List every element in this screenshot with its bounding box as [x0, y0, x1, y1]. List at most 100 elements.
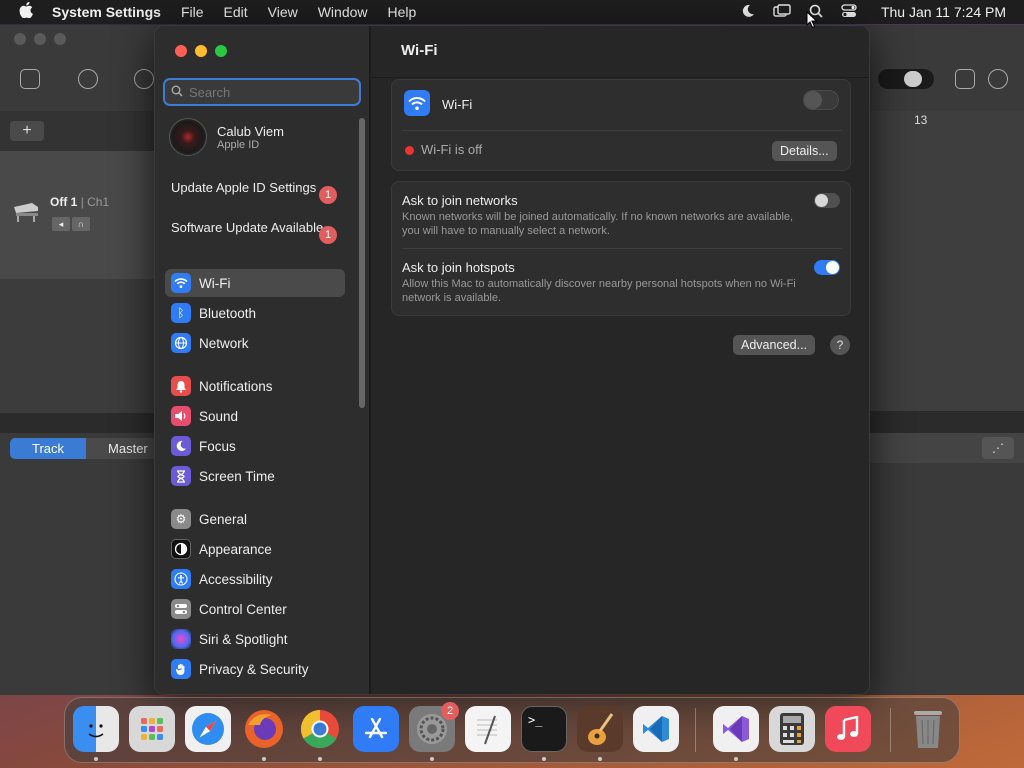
mouse-cursor-icon	[806, 10, 818, 34]
moon-icon	[171, 436, 191, 456]
focus-moon-icon[interactable]	[741, 4, 755, 21]
ask-join-networks-toggle[interactable]	[814, 193, 840, 208]
dock-music-icon[interactable]	[825, 706, 871, 752]
help-button[interactable]: ?	[830, 335, 850, 355]
sidebar-item-label: Accessibility	[199, 571, 273, 587]
dock-calculator-icon[interactable]	[769, 706, 815, 752]
dock-trash-icon[interactable]	[905, 706, 951, 752]
sidebar-item-siri-spotlight[interactable]: Siri & Spotlight	[165, 625, 345, 653]
menu-bar: System Settings File Edit View Window He…	[0, 0, 1024, 24]
notepad-icon[interactable]	[955, 69, 975, 89]
dock-visual-studio-icon[interactable]	[713, 706, 759, 752]
dock-garageband-icon[interactable]	[577, 706, 623, 752]
details-button[interactable]: Details...	[772, 141, 837, 161]
dock-finder-icon[interactable]	[73, 706, 119, 752]
sidebar-item-screen-time[interactable]: Screen Time	[165, 462, 345, 490]
minimize-button[interactable]	[195, 45, 207, 57]
dock-system-settings-icon[interactable]: 2	[409, 702, 459, 752]
sidebar-item-sound[interactable]: Sound	[165, 402, 345, 430]
divider	[402, 130, 842, 131]
dock-firefox-icon[interactable]	[241, 706, 287, 752]
toolbar-toggle[interactable]	[878, 69, 934, 89]
tab-track[interactable]: Track	[10, 438, 87, 459]
system-settings-window: Calub Viem Apple ID Update Apple ID Sett…	[154, 25, 870, 695]
mute-icon[interactable]: ◂	[52, 217, 70, 231]
dock-separator	[695, 708, 696, 752]
dock-launchpad-icon[interactable]	[129, 706, 175, 752]
menu-file[interactable]: File	[181, 4, 204, 20]
profile-sub: Apple ID	[217, 138, 260, 151]
sidebar-item-general[interactable]: ⚙ General	[165, 505, 345, 533]
sidebar-item-label: Appearance	[199, 541, 272, 557]
notice-badge: 1	[319, 226, 337, 244]
bell-icon	[171, 376, 191, 396]
running-indicator	[262, 757, 266, 761]
siri-icon	[171, 629, 191, 649]
sidebar-item-accessibility[interactable]: Accessibility	[165, 565, 345, 593]
accessibility-icon	[171, 569, 191, 589]
screen-mirroring-icon[interactable]	[773, 3, 791, 21]
dock-safari-icon[interactable]	[185, 706, 231, 752]
dock-terminal-icon[interactable]: >_	[521, 706, 567, 752]
sidebar-item-label: General	[199, 511, 248, 527]
dock-vscode-icon[interactable]	[633, 706, 679, 752]
sidebar: Calub Viem Apple ID Update Apple ID Sett…	[155, 26, 370, 694]
update-apple-id-notice[interactable]: Update Apple ID Settings	[171, 180, 331, 196]
sidebar-item-appearance[interactable]: Appearance	[165, 535, 345, 563]
apple-id-profile[interactable]: Calub Viem Apple ID	[169, 118, 284, 156]
menu-window[interactable]: Window	[318, 4, 368, 20]
profile-name: Calub Viem	[217, 123, 284, 139]
sidebar-scrollbar[interactable]	[359, 118, 365, 408]
ask-join-hotspots-toggle[interactable]	[814, 260, 840, 275]
sidebar-item-focus[interactable]: Focus	[165, 432, 345, 460]
sidebar-item-bluetooth[interactable]: ᛒ Bluetooth	[165, 299, 345, 327]
sidebar-item-label: Control Center	[199, 601, 287, 617]
sidebar-item-label: Notifications	[199, 378, 273, 394]
library-icon[interactable]	[20, 69, 40, 89]
editor-options-button[interactable]: ⋰	[982, 437, 1014, 459]
loop-browser-icon[interactable]	[988, 69, 1008, 89]
menu-help[interactable]: Help	[388, 4, 417, 20]
dock-app-store-icon[interactable]	[353, 706, 399, 752]
join-options-card: Ask to join networks Known networks will…	[391, 181, 851, 316]
menubar-clock[interactable]: Thu Jan 11 7:24 PM	[881, 4, 1006, 20]
running-indicator	[94, 757, 98, 761]
bluetooth-icon: ᛒ	[171, 303, 191, 323]
sidebar-item-label: Sound	[199, 408, 239, 424]
sidebar-item-label: Network	[199, 335, 249, 351]
piano-icon	[12, 199, 40, 230]
smart-controls-icon[interactable]	[134, 69, 154, 89]
search-field[interactable]	[163, 78, 361, 106]
dock-chrome-icon[interactable]	[297, 706, 343, 752]
wifi-icon	[404, 90, 430, 116]
wifi-toggle[interactable]	[803, 90, 839, 110]
advanced-button[interactable]: Advanced...	[733, 335, 816, 355]
close-button[interactable]	[175, 45, 187, 57]
zoom-button[interactable]	[215, 45, 227, 57]
dock: 2 >_	[64, 697, 960, 763]
sidebar-item-wifi[interactable]: Wi-Fi	[165, 269, 345, 297]
menu-edit[interactable]: Edit	[224, 4, 248, 20]
sidebar-item-network[interactable]: Network	[165, 329, 345, 357]
menu-view[interactable]: View	[268, 4, 298, 20]
sidebar-item-control-center[interactable]: Control Center	[165, 595, 345, 623]
add-track-button[interactable]: +	[10, 121, 44, 141]
window-controls	[175, 45, 227, 57]
wifi-label: Wi-Fi	[442, 97, 473, 112]
sidebar-item-privacy-security[interactable]: Privacy & Security	[165, 655, 345, 683]
app-menu-system-settings[interactable]: System Settings	[52, 4, 161, 20]
software-update-notice[interactable]: Software Update Available	[171, 220, 331, 236]
sidebar-item-label: Focus	[199, 438, 236, 454]
ruler-number: 13	[914, 113, 928, 127]
sidebar-item-notifications[interactable]: Notifications	[165, 372, 345, 400]
help-icon[interactable]	[78, 69, 98, 89]
apple-menu-icon[interactable]	[0, 1, 52, 22]
dock-textedit-icon[interactable]	[465, 706, 511, 752]
notice-badge: 1	[319, 186, 337, 204]
sidebar-item-label: Privacy & Security	[199, 661, 309, 677]
divider	[402, 248, 842, 249]
ask-join-hotspots-desc: Allow this Mac to automatically discover…	[402, 278, 796, 304]
control-center-icon[interactable]	[841, 3, 857, 21]
search-input[interactable]	[189, 84, 349, 100]
headphones-icon[interactable]: ∩	[72, 217, 90, 231]
